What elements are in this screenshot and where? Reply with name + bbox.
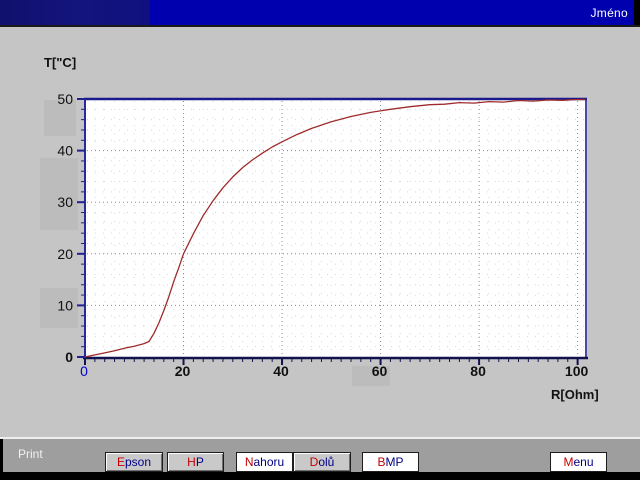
ghost-artifact [40, 288, 78, 328]
ghost-artifact [352, 366, 390, 386]
ghost-artifact [40, 158, 78, 230]
ticks [77, 99, 578, 365]
svg-text:40: 40 [273, 363, 289, 379]
major-gridlines [87, 101, 584, 356]
data-curve [85, 100, 585, 358]
button-nahoru[interactable]: Nahoru [236, 452, 293, 472]
svg-text:80: 80 [470, 363, 486, 379]
print-label: Print [18, 447, 43, 461]
app-screen: Jméno T["C] R[Ohm] 010203040500204060801… [0, 0, 640, 480]
button-epson[interactable]: Epson [105, 452, 163, 472]
button-menu[interactable]: Menu [550, 452, 607, 472]
footer-bar: Print EpsonHP NahoruDolů BMP Menu [0, 439, 640, 472]
chart-canvas: 01020304050020406080100 [0, 0, 640, 440]
x-tick-labels: 020406080100 [80, 363, 588, 379]
axes [83, 99, 588, 359]
footer-black-strip [0, 472, 640, 480]
button-hp[interactable]: HP [167, 452, 224, 472]
svg-text:40: 40 [57, 143, 73, 159]
titlebar-title: Jméno [590, 6, 628, 20]
y-axis-label: T["C] [44, 55, 76, 70]
svg-text:20: 20 [175, 363, 191, 379]
ghost-artifact [44, 100, 76, 136]
button-dolů[interactable]: Dolů [293, 452, 351, 472]
button-bmp[interactable]: BMP [362, 452, 419, 472]
svg-text:100: 100 [565, 363, 589, 379]
svg-text:0: 0 [80, 363, 88, 379]
title-bar: Jméno [0, 0, 640, 27]
x-axis-label: R[Ohm] [551, 387, 599, 402]
titlebar-right-cap [634, 0, 640, 25]
minor-gridlines [87, 101, 584, 356]
svg-text:20: 20 [57, 246, 73, 262]
plot-background [86, 100, 585, 357]
svg-text:0: 0 [65, 349, 73, 365]
app-logo [0, 0, 150, 25]
